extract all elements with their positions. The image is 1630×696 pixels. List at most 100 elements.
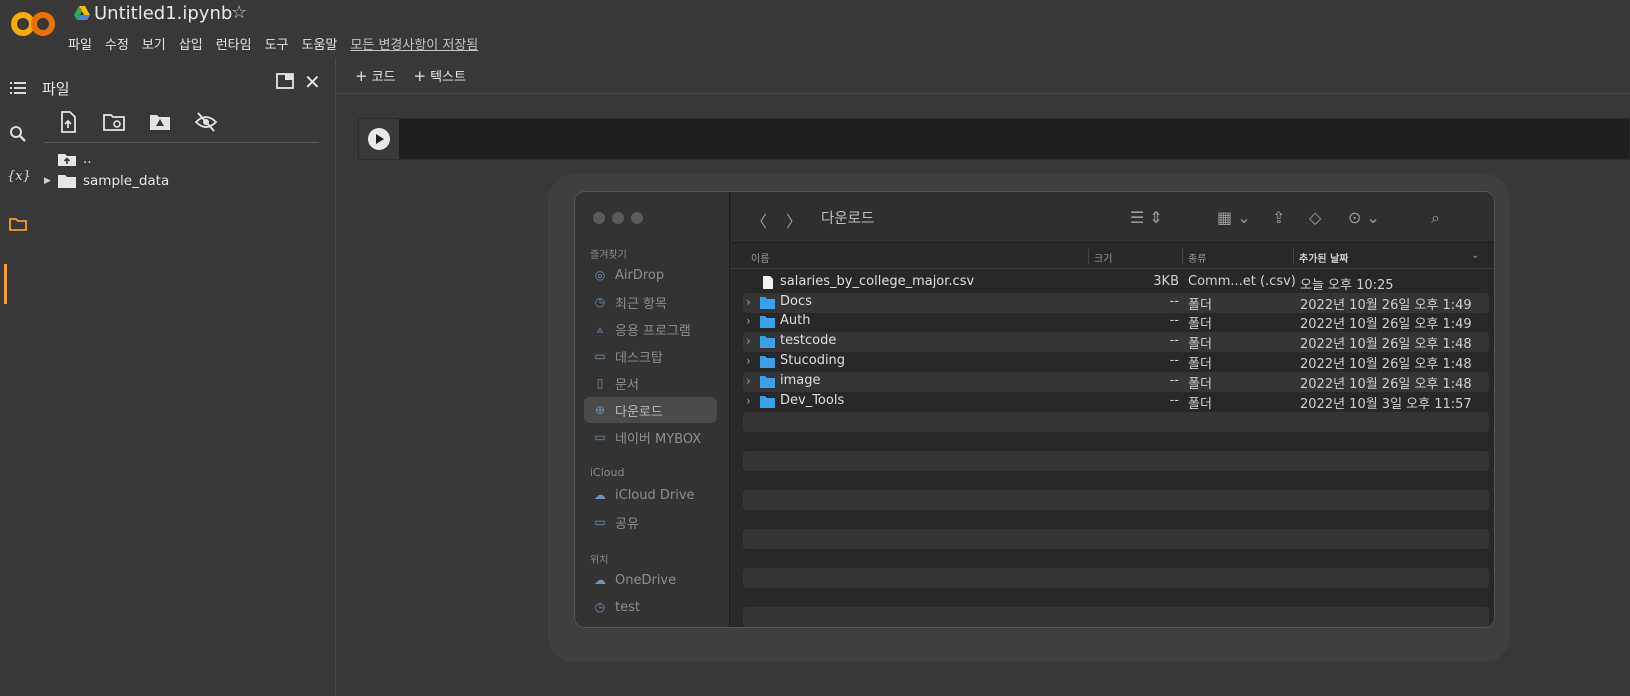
sidebar-item-label: AirDrop (615, 267, 665, 283)
sidebar-item-label: 응용 프로그램 (615, 323, 691, 339)
empty-row-stripe (743, 607, 1489, 627)
file-size: -- (1169, 333, 1179, 348)
tree-item-sample-data[interactable]: ▶ sample_data (44, 171, 169, 191)
menu-runtime[interactable]: 런타임 (216, 34, 252, 53)
active-indicator (4, 264, 7, 304)
notebook-toolbar: + 코드 + 텍스트 (337, 58, 1630, 94)
sidebar-section-icloud: iCloud (590, 466, 625, 479)
variables-icon[interactable]: {x} (7, 169, 31, 189)
menu-view[interactable]: 보기 (142, 34, 166, 53)
left-rail: {x} (0, 58, 36, 696)
add-text-button[interactable]: + 텍스트 (414, 66, 466, 85)
hide-files-icon[interactable] (194, 110, 218, 134)
empty-row-stripe (743, 490, 1489, 510)
cell-gutter (359, 119, 399, 159)
clock-icon: ◷ (594, 295, 606, 309)
folder-row: › Docs -- 폴더 2022년 10월 26일 오후 1:49 (743, 293, 1489, 313)
group-icon: ▦ ⌄ (1217, 208, 1251, 227)
search-icon[interactable] (8, 124, 28, 144)
file-name: Stucoding (780, 353, 846, 368)
sidebar-item-icloud-drive: ☁ iCloud Drive (584, 482, 717, 508)
colab-header: Untitled1.ipynb ☆ 파일 수정 보기 삽입 런타임 도구 도움말… (0, 0, 1630, 58)
star-icon[interactable]: ☆ (231, 2, 247, 23)
menu-insert[interactable]: 삽입 (179, 34, 203, 53)
expand-caret-icon[interactable]: ▶ (44, 176, 58, 186)
tree-item-parent[interactable]: .. (44, 149, 92, 169)
panel-divider (44, 142, 319, 143)
upload-file-icon[interactable] (56, 110, 80, 134)
sidebar-item-documents: ▯ 문서 (584, 370, 717, 396)
disclosure-icon: › (746, 314, 751, 328)
sidebar-item-label: 문서 (615, 377, 639, 393)
menu-edit[interactable]: 수정 (105, 34, 129, 53)
files-panel: 파일 ✕ .. ▶ sample_data (36, 58, 336, 696)
minimize-window-dot (612, 212, 624, 224)
sidebar-item-airdrop: ◎ AirDrop (584, 262, 717, 288)
file-date: 오늘 오후 10:25 (1300, 278, 1394, 293)
finder-main: 〈 〉 다운로드 ☰ ⇕ ▦ ⌄ ⇪ ◇ ⊙ ⌄ ⌕ 이름 크기 종류 추가된 … (731, 192, 1494, 627)
file-date: 2022년 10월 26일 오후 1:48 (1300, 377, 1472, 392)
document-icon: ▯ (596, 376, 604, 390)
blue-folder-icon (760, 297, 775, 309)
tree-item-label: .. (83, 151, 92, 167)
menu-file[interactable]: 파일 (68, 34, 92, 53)
applications-icon: ⟑ (596, 321, 604, 336)
close-icon[interactable]: ✕ (304, 70, 321, 94)
blue-folder-icon (760, 336, 775, 348)
refresh-folder-icon[interactable] (102, 110, 126, 134)
empty-row-stripe (743, 412, 1489, 432)
panel-title: 파일 (42, 80, 70, 98)
blue-folder-icon (760, 356, 775, 368)
sort-chevron-icon: ⌄ (1471, 250, 1480, 261)
zoom-window-dot (631, 212, 643, 224)
code-cell[interactable] (358, 118, 1630, 160)
sidebar-item-onedrive: ☁ OneDrive (584, 567, 717, 593)
colab-logo[interactable] (10, 8, 56, 40)
menu-help[interactable]: 도움말 (302, 34, 338, 53)
folder-icon[interactable] (8, 214, 28, 234)
sidebar-item-label: OneDrive (615, 572, 677, 588)
open-in-new-window-icon[interactable] (276, 73, 294, 89)
column-header: 이름 크기 종류 추가된 날짜 ⌄ (731, 243, 1494, 269)
menu-bar: 파일 수정 보기 삽입 런타임 도구 도움말 모든 변경사항이 저장됨 (68, 34, 491, 53)
file-date: 2022년 10월 26일 오후 1:48 (1300, 357, 1472, 372)
disclosure-icon: › (746, 334, 751, 348)
file-size: -- (1169, 294, 1179, 309)
file-kind: 폴더 (1188, 377, 1212, 392)
finder-toolbar: 〈 〉 다운로드 ☰ ⇕ ▦ ⌄ ⇪ ◇ ⊙ ⌄ ⌕ (731, 192, 1494, 243)
finder-location: 다운로드 (821, 211, 875, 227)
file-date: 2022년 10월 26일 오후 1:48 (1300, 337, 1472, 352)
column-kind: 종류 (1188, 254, 1207, 265)
finder-window-image: 즐겨찾기 ◎ AirDrop ◷ 최근 항목 ⟑ 응용 프로그램 ▭ 데스크탑 ▯ 문서 … (574, 191, 1495, 628)
folder-icon: ▭ (594, 430, 606, 444)
play-icon (376, 134, 384, 144)
mount-drive-icon[interactable] (148, 110, 172, 134)
add-code-button[interactable]: + 코드 (355, 66, 396, 85)
parent-folder-icon (58, 154, 76, 166)
finder-sidebar: 즐겨찾기 ◎ AirDrop ◷ 최근 항목 ⟑ 응용 프로그램 ▭ 데스크탑 ▯ 문서 … (575, 192, 730, 627)
airdrop-icon: ◎ (594, 268, 606, 282)
sidebar-section-locations: 위치 (590, 555, 609, 566)
table-of-contents-icon[interactable] (8, 78, 28, 98)
empty-row-stripe (743, 529, 1489, 549)
disclosure-icon: › (746, 374, 751, 388)
google-drive-icon[interactable] (74, 6, 90, 20)
menu-tools[interactable]: 도구 (265, 34, 289, 53)
close-window-dot (593, 212, 605, 224)
back-icon: 〈 (751, 212, 768, 231)
cloud-icon: ☁ (594, 573, 606, 587)
file-date: 2022년 10월 26일 오후 1:49 (1300, 317, 1472, 332)
sidebar-item-label: 데스크탑 (615, 350, 663, 366)
add-text-label: 텍스트 (430, 70, 466, 85)
empty-row-stripe (743, 451, 1489, 471)
run-cell-button[interactable] (368, 128, 390, 150)
sidebar-item-label: 다운로드 (615, 404, 663, 420)
notebook-title[interactable]: Untitled1.ipynb (94, 3, 232, 24)
file-name: image (780, 373, 821, 388)
sidebar-item-shared: ▭ 공유 (584, 509, 717, 535)
file-size: -- (1169, 313, 1179, 328)
csv-file-icon (763, 276, 773, 289)
column-separator (1293, 248, 1294, 264)
save-status[interactable]: 모든 변경사항이 저장됨 (350, 34, 478, 53)
sidebar-item-label: 최근 항목 (615, 296, 667, 312)
